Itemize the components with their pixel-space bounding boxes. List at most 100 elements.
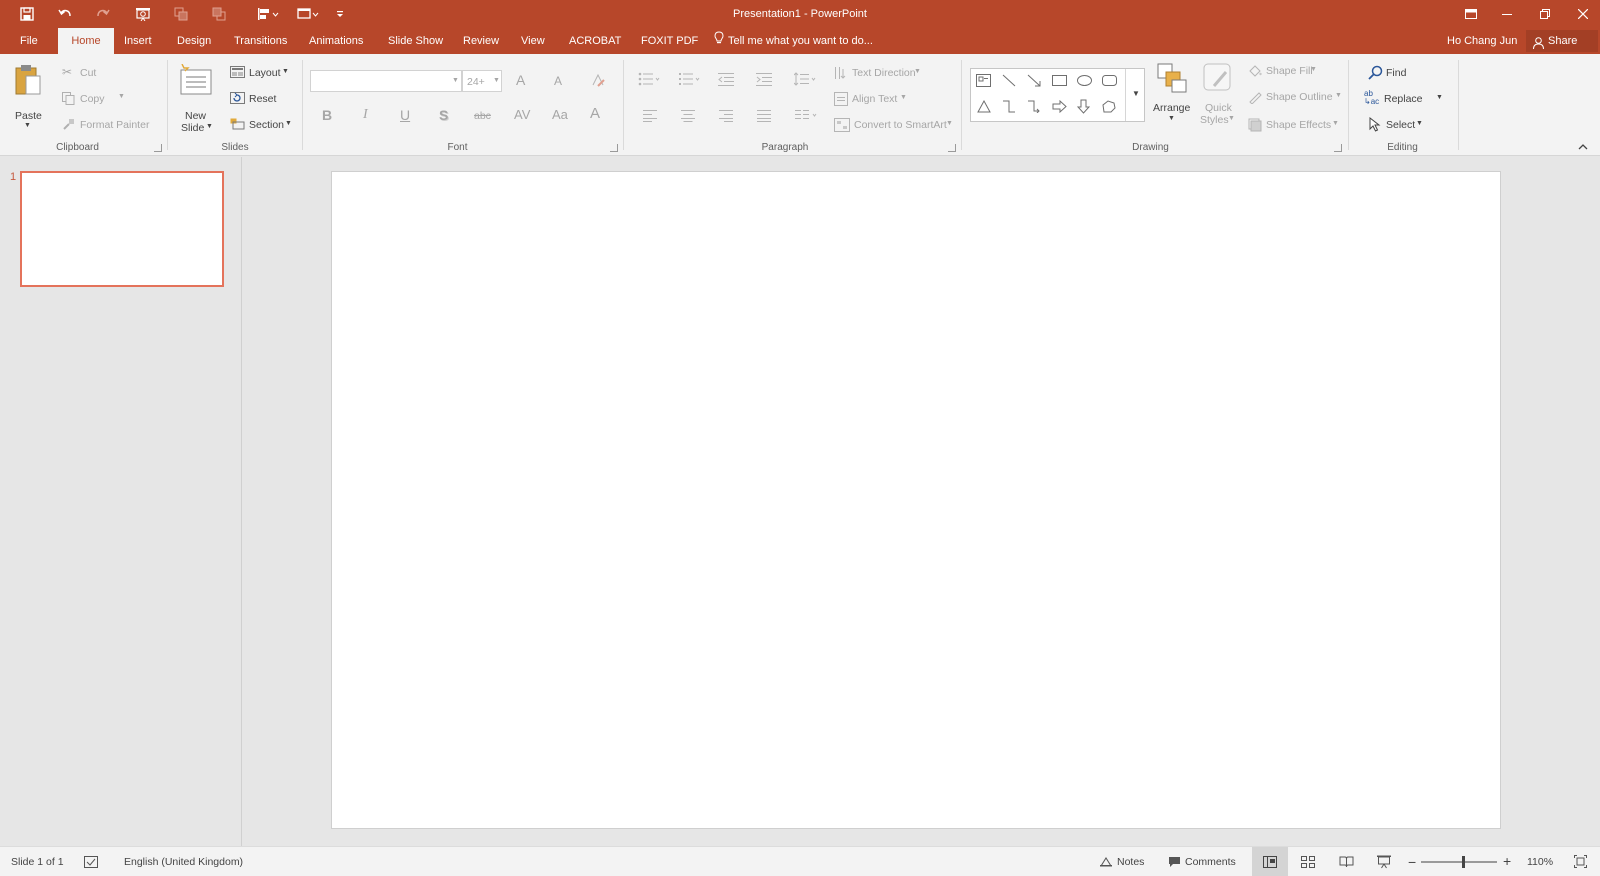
clear-formatting-icon[interactable] (590, 72, 606, 91)
find-button[interactable]: Find (1366, 64, 1426, 82)
shape-outline-button[interactable]: Shape Outline ▼ (1246, 88, 1346, 106)
slideshow-view-icon[interactable] (1377, 855, 1391, 872)
font-name-combobox[interactable]: ▼ (310, 70, 462, 92)
notes-button[interactable]: Notes (1100, 847, 1160, 876)
tab-view[interactable]: View (509, 28, 557, 54)
slide-canvas[interactable] (331, 171, 1501, 829)
tab-home[interactable]: Home (58, 28, 114, 54)
layout-button[interactable]: Layout ▼ (228, 64, 298, 82)
arrow-line-shape-icon[interactable] (1027, 74, 1041, 90)
clipboard-dialog-launcher[interactable] (154, 144, 162, 152)
tab-slideshow[interactable]: Slide Show (376, 28, 455, 54)
bold-button[interactable]: B (322, 107, 332, 123)
align-center-icon[interactable] (681, 110, 695, 125)
shape-fill-button[interactable]: Shape Fill ▼ (1246, 62, 1336, 80)
user-name[interactable]: Ho Chang Jun (1447, 28, 1517, 54)
restore-icon[interactable] (1532, 0, 1558, 28)
slide-size-icon[interactable] (294, 0, 322, 28)
language-status[interactable]: English (United Kingdom) (124, 847, 243, 876)
underline-button[interactable]: U (400, 107, 410, 123)
rectangle-shape-icon[interactable] (1052, 75, 1067, 89)
close-icon[interactable] (1570, 0, 1596, 28)
italic-button[interactable]: I (363, 107, 368, 123)
columns-icon[interactable] (795, 110, 817, 125)
tab-file[interactable]: File (8, 28, 50, 54)
tab-insert[interactable]: Insert (112, 28, 164, 54)
reset-button[interactable]: Reset (228, 90, 298, 108)
drawing-dialog-launcher[interactable] (1334, 144, 1342, 152)
slide-thumbnail[interactable] (20, 171, 224, 287)
convert-to-smartart-button[interactable]: Convert to SmartArt ▼ (832, 116, 953, 134)
save-icon[interactable] (16, 0, 38, 28)
character-spacing-button[interactable]: AV (514, 107, 530, 122)
bullets-icon[interactable] (638, 72, 660, 89)
format-painter-button[interactable]: Format Painter (60, 116, 160, 134)
strikethrough-button[interactable]: abc (474, 110, 491, 122)
cut-button[interactable]: ✂ Cut (60, 64, 140, 82)
down-arrow-shape-icon[interactable] (1076, 99, 1091, 117)
normal-view-button[interactable] (1252, 847, 1288, 876)
freeform-shape-icon[interactable] (1102, 100, 1116, 116)
share-button[interactable]: Share (1526, 30, 1598, 52)
font-size-combobox[interactable]: 24+ ▼ (462, 70, 502, 92)
ribbon-display-options-icon[interactable] (1458, 0, 1484, 28)
fit-slide-to-window-icon[interactable] (1574, 855, 1587, 871)
replace-button[interactable]: ab ↳ac Replace ▼ (1362, 90, 1443, 108)
align-left-icon[interactable] (643, 110, 657, 125)
slide-sorter-icon[interactable] (1301, 856, 1315, 871)
align-right-icon[interactable] (719, 110, 733, 125)
decrease-indent-icon[interactable] (718, 72, 734, 89)
rounded-rectangle-shape-icon[interactable] (1102, 75, 1117, 89)
text-box-shape-icon[interactable] (976, 74, 991, 90)
undo-icon[interactable] (54, 0, 76, 28)
tab-foxit-pdf[interactable]: FOXIT PDF (629, 28, 710, 54)
elbow-arrow-connector-shape-icon[interactable] (1027, 100, 1041, 116)
reading-view-icon[interactable] (1339, 856, 1354, 871)
line-shape-icon[interactable] (1002, 74, 1016, 90)
copy-button[interactable]: Copy ▼ (60, 90, 140, 108)
select-button[interactable]: Select ▼ (1366, 116, 1436, 134)
tab-design[interactable]: Design (165, 28, 223, 54)
change-case-button[interactable]: Aa (552, 107, 568, 122)
tab-animations[interactable]: Animations (297, 28, 375, 54)
customize-qat-icon[interactable] (333, 0, 347, 28)
paste-button[interactable]: Paste ▼ (10, 60, 46, 130)
font-dialog-launcher[interactable] (610, 144, 618, 152)
slide-count-status[interactable]: Slide 1 of 1 (11, 847, 64, 876)
right-arrow-shape-icon[interactable] (1052, 99, 1067, 116)
new-slide-button[interactable]: New Slide ▼ (176, 60, 216, 136)
text-shadow-button[interactable]: S (439, 107, 448, 123)
tab-review[interactable]: Review (451, 28, 511, 54)
shrink-font-button[interactable]: A (554, 74, 562, 88)
bring-forward-icon[interactable] (170, 0, 192, 28)
align-objects-icon[interactable] (254, 0, 282, 28)
line-spacing-icon[interactable] (793, 72, 816, 89)
tell-me-search[interactable]: Tell me what you want to do... (714, 28, 873, 54)
font-color-button[interactable]: A (590, 105, 600, 122)
comments-button[interactable]: Comments (1168, 847, 1248, 876)
numbering-icon[interactable] (678, 72, 700, 89)
oval-shape-icon[interactable] (1077, 75, 1092, 89)
shape-effects-button[interactable]: Shape Effects ▼ (1246, 116, 1346, 134)
tab-transitions[interactable]: Transitions (222, 28, 299, 54)
spelling-check-icon[interactable] (84, 856, 98, 871)
start-slideshow-icon[interactable] (132, 0, 154, 28)
elbow-connector-shape-icon[interactable] (1002, 100, 1016, 116)
redo-icon[interactable] (92, 0, 114, 28)
zoom-in-icon[interactable]: + (1503, 854, 1511, 868)
quick-styles-button[interactable]: Quick Styles ▼ (1198, 60, 1238, 136)
triangle-shape-icon[interactable] (977, 99, 991, 116)
paragraph-dialog-launcher[interactable] (948, 144, 956, 152)
zoom-level[interactable]: 110% (1527, 847, 1553, 876)
increase-indent-icon[interactable] (756, 72, 772, 89)
tab-acrobat[interactable]: ACROBAT (557, 28, 633, 54)
zoom-slider[interactable] (1421, 856, 1497, 868)
text-direction-button[interactable]: Text Direction ▼ (832, 64, 942, 82)
shapes-more-button[interactable]: ▼ (1125, 69, 1145, 121)
zoom-slider-thumb[interactable] (1461, 856, 1465, 868)
section-button[interactable]: Section ▼ (228, 116, 298, 134)
align-text-button[interactable]: Align Text ▼ (832, 90, 942, 108)
justify-icon[interactable] (757, 110, 771, 125)
minimize-icon[interactable] (1494, 0, 1520, 28)
arrange-button[interactable]: Arrange ▼ (1152, 60, 1192, 136)
